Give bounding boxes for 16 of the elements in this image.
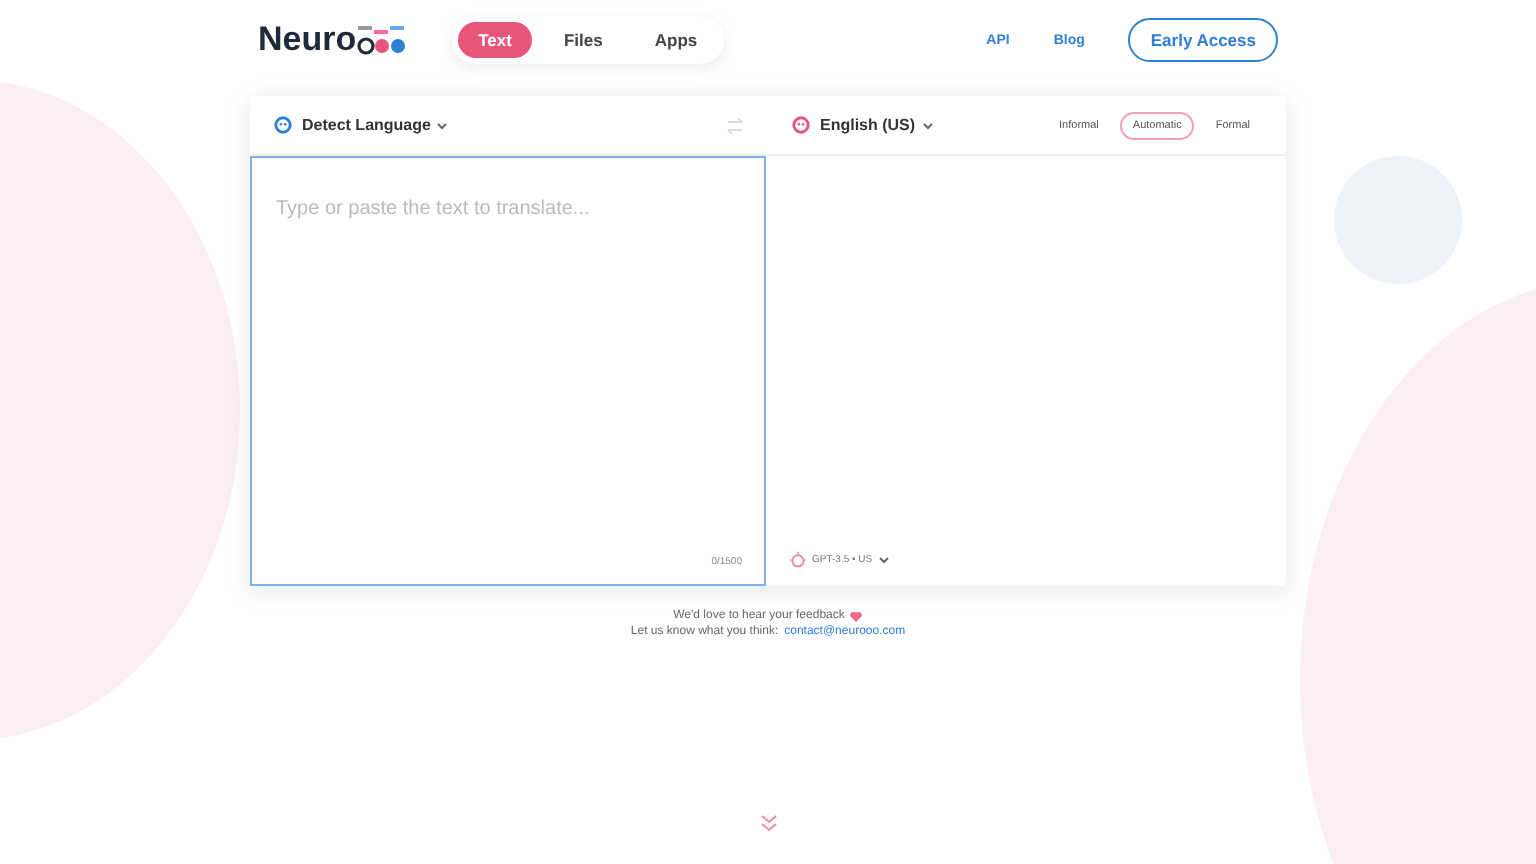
scroll-down-icon[interactable]: [759, 814, 777, 832]
source-language-dropdown[interactable]: Detect Language: [302, 116, 449, 134]
chevron-down-icon: [921, 121, 934, 129]
nav-tab[interactable]: Apps: [634, 22, 718, 58]
robot-face-icon: [274, 116, 292, 134]
logo-text: Neuro: [258, 20, 357, 60]
early-access-button[interactable]: Early Access: [1128, 18, 1278, 62]
model-icon: [790, 552, 806, 568]
chevron-down-icon: [878, 556, 891, 564]
swap-icon[interactable]: [726, 117, 744, 133]
logo-faces-drawing: [356, 24, 409, 56]
robot-face-icon: [792, 116, 810, 134]
target-language-dropdown[interactable]: English (US): [820, 116, 934, 134]
heart-icon: [850, 611, 863, 621]
chevron-down-icon: [436, 121, 449, 129]
nav-tab[interactable]: Files: [543, 22, 623, 58]
